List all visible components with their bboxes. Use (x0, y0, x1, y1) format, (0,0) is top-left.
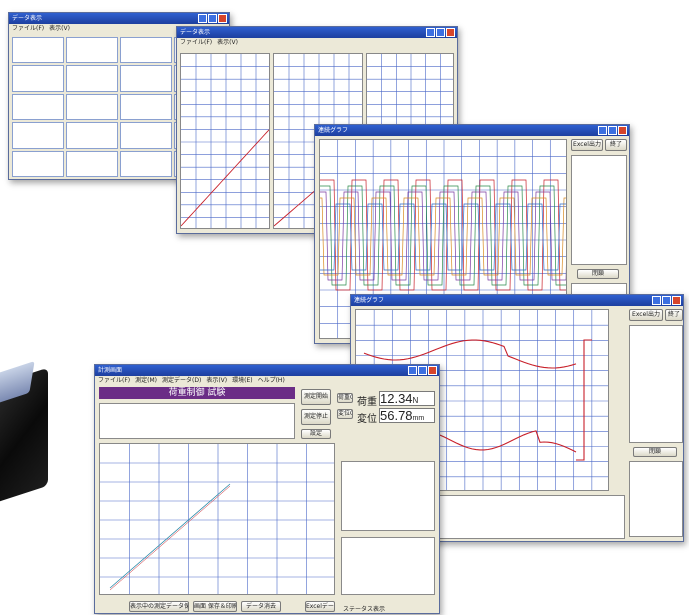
window-title: データ表示 (12, 15, 43, 22)
graph-svg (100, 444, 334, 594)
minimize-icon[interactable] (652, 296, 661, 305)
clear-data-button[interactable]: データ消去 (241, 601, 281, 612)
title-bar: 連続グラフ (315, 125, 629, 136)
window-title: 計測画面 (98, 367, 123, 374)
close-icon[interactable] (218, 14, 227, 23)
disp-label: 変位 (357, 414, 377, 425)
thumbnail-chart[interactable] (12, 122, 64, 149)
thumbnail-chart[interactable] (12, 65, 64, 92)
graph-panel-1 (180, 53, 270, 229)
window-title: 連続グラフ (318, 127, 349, 134)
maximize-icon[interactable] (208, 14, 217, 23)
maximize-icon[interactable] (418, 366, 427, 375)
data-list-table (341, 461, 435, 531)
end-button[interactable]: 終了 (605, 139, 627, 151)
window-title: 連続グラフ (354, 297, 385, 304)
minimize-icon[interactable] (408, 366, 417, 375)
load-unit: N (412, 396, 419, 405)
thumbnail-chart[interactable] (66, 93, 118, 121)
window-title: データ表示 (180, 29, 211, 36)
curve-line (576, 339, 592, 461)
menu-item[interactable]: 表示(V) (217, 39, 238, 46)
menu-item[interactable]: ファイル(F) (12, 25, 44, 32)
apply-button[interactable]: 閉鎖 (633, 447, 677, 457)
test-mode-banner: 荷重制御 試験 (99, 387, 295, 399)
close-icon[interactable] (446, 28, 455, 37)
graph-svg (181, 54, 269, 228)
thumbnail-chart[interactable] (120, 37, 172, 64)
zero-disp-button[interactable]: 変位0 (337, 409, 353, 419)
disp-unit: mm (412, 415, 425, 422)
minimize-icon[interactable] (426, 28, 435, 37)
thumbnail-chart[interactable] (12, 150, 64, 177)
close-icon[interactable] (428, 366, 437, 375)
end-button[interactable]: 終了 (665, 309, 683, 321)
measurement-graph (99, 443, 335, 595)
menu-item[interactable]: ヘルプ(H) (258, 377, 285, 384)
load-readout: 12.34N (379, 391, 435, 406)
thumbnail-chart[interactable] (66, 150, 118, 177)
stats-table (629, 461, 683, 537)
title-bar: 計測画面 (95, 365, 439, 376)
banner-text: 荷重制御 試験 (168, 388, 226, 398)
save-data-button[interactable]: 表示中の測定データ保存 (129, 601, 189, 612)
status-text: ステータス表示 (343, 606, 386, 613)
disp-readout: 56.78mm (379, 408, 435, 423)
thumbnail-chart[interactable] (12, 93, 64, 121)
file-list (341, 537, 435, 595)
condition-field[interactable] (99, 403, 295, 439)
series-table (571, 155, 627, 265)
start-measure-button[interactable]: 測定開始 (301, 389, 331, 405)
measurement-main-window: 計測画面 ファイル(F) 測定(M) 測定データ(D) 表示(V) 環境(E) ヘルプ(H… (94, 364, 440, 614)
thumbnail-chart[interactable] (120, 122, 172, 149)
settings-button[interactable]: 設定 (301, 429, 331, 439)
save-print-button[interactable]: 画面 保存＆印刷 (193, 601, 237, 612)
maximize-icon[interactable] (662, 296, 671, 305)
thumbnail-chart[interactable] (66, 37, 118, 64)
thumbnail-chart[interactable] (12, 37, 64, 64)
load-value: 12.34 (380, 391, 413, 406)
series-table (629, 325, 683, 443)
thumbnail-chart[interactable] (120, 150, 172, 177)
menu-item[interactable]: 環境(E) (232, 377, 252, 384)
excel-data-button[interactable]: Excelデータ (305, 601, 335, 612)
menu-item[interactable]: 測定データ(D) (162, 377, 201, 384)
menu-bar: ファイル(F) 表示(V) (177, 38, 457, 47)
close-icon[interactable] (672, 296, 681, 305)
zero-load-button[interactable]: 荷重0 (337, 393, 353, 403)
thumbnail-chart[interactable] (120, 93, 172, 121)
stop-measure-button[interactable]: 測定停止 (301, 409, 331, 425)
menu-bar: ファイル(F) 測定(M) 測定データ(D) 表示(V) 環境(E) ヘルプ(H) (95, 376, 439, 385)
apply-button[interactable]: 閉鎖 (577, 269, 619, 279)
thumbnail-chart[interactable] (66, 122, 118, 149)
curve-line (109, 483, 231, 589)
curve-line (181, 129, 269, 227)
close-icon[interactable] (618, 126, 627, 135)
menu-item[interactable]: 表示(V) (49, 25, 70, 32)
load-label: 荷重 (357, 397, 377, 408)
menu-item[interactable]: ファイル(F) (98, 377, 130, 384)
title-bar: 連続グラフ (351, 295, 683, 306)
curve-line (109, 485, 231, 591)
excel-output-button[interactable]: Excel出力 (629, 309, 663, 321)
excel-output-button[interactable]: Excel出力 (571, 139, 603, 151)
minimize-icon[interactable] (598, 126, 607, 135)
thumbnail-chart[interactable] (66, 65, 118, 92)
title-bar: データ表示 (9, 13, 229, 24)
minimize-icon[interactable] (198, 14, 207, 23)
thumbnail-chart[interactable] (120, 65, 172, 92)
maximize-icon[interactable] (436, 28, 445, 37)
title-bar: データ表示 (177, 27, 457, 38)
menu-item[interactable]: ファイル(F) (180, 39, 212, 46)
maximize-icon[interactable] (608, 126, 617, 135)
menu-item[interactable]: 表示(V) (206, 377, 227, 384)
menu-item[interactable]: 測定(M) (135, 377, 157, 384)
disp-value: 56.78 (380, 408, 413, 423)
